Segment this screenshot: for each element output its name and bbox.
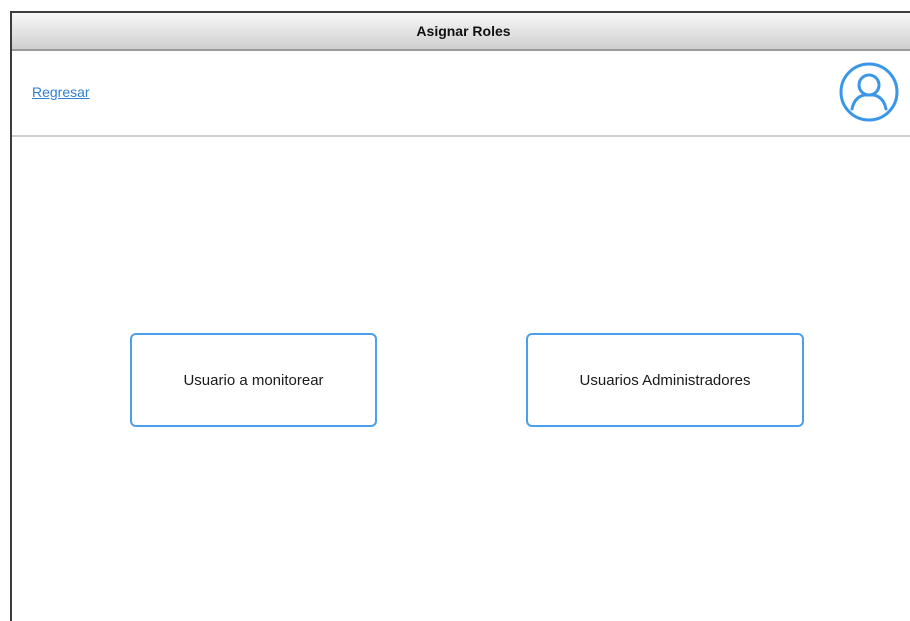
admin-users-button[interactable]: Usuarios Administradores xyxy=(526,333,804,427)
page-header: Regresar xyxy=(12,51,910,137)
back-link[interactable]: Regresar xyxy=(32,84,90,100)
main-content: Usuario a monitorear Usuarios Administra… xyxy=(12,137,910,621)
title-bar: Asignar Roles xyxy=(12,13,910,51)
monitor-user-button[interactable]: Usuario a monitorear xyxy=(130,333,377,427)
admin-users-button-label: Usuarios Administradores xyxy=(579,371,751,389)
window-title: Asignar Roles xyxy=(416,23,511,39)
user-avatar-icon[interactable] xyxy=(838,61,900,123)
app-window: Asignar Roles Regresar Usuario a monitor… xyxy=(10,11,910,621)
monitor-user-button-label: Usuario a monitorear xyxy=(183,371,324,389)
